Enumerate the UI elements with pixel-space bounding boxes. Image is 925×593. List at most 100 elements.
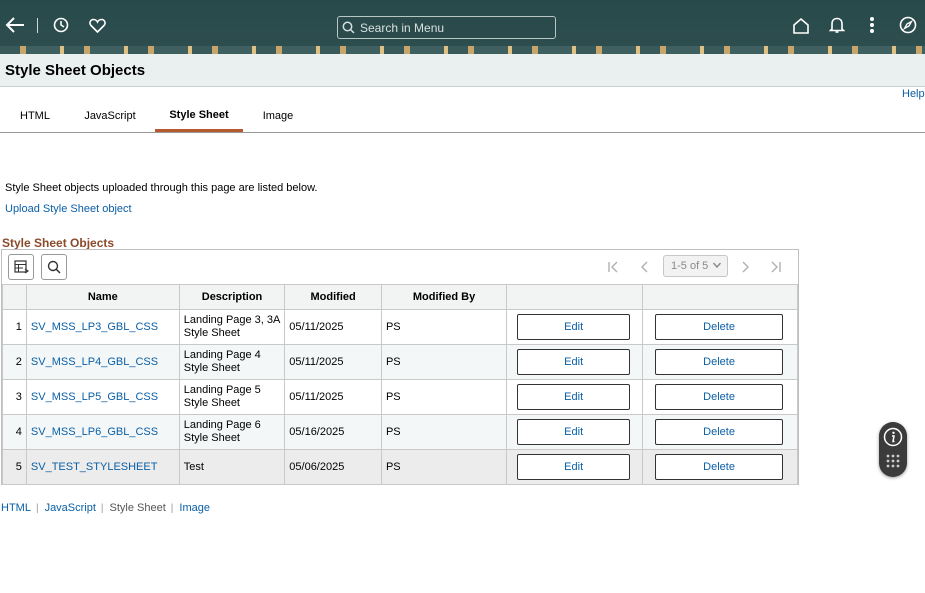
footer-separator: | <box>35 502 39 514</box>
edit-cell: Edit <box>506 309 644 345</box>
search-input[interactable]: Search in Menu <box>337 16 556 39</box>
footer-separator: | <box>100 502 104 514</box>
delete-cell: Delete <box>642 309 798 345</box>
column-header-edit <box>506 284 644 310</box>
description-cell: Test <box>178 449 286 485</box>
first-page-icon[interactable] <box>605 259 621 275</box>
edit-cell: Edit <box>506 344 644 380</box>
edit-button[interactable]: Edit <box>517 419 631 445</box>
row-number: 1 <box>2 309 27 345</box>
tab-html[interactable]: HTML <box>10 100 60 132</box>
style-sheet-table: Name Description Modified Modified By 1 … <box>2 284 798 485</box>
description-text: Landing Page 5 Style Sheet <box>183 384 261 409</box>
delete-cell: Delete <box>642 344 798 380</box>
banner-decoration <box>0 46 925 54</box>
find-icon <box>47 260 61 274</box>
grid-toolbar: 1-5 of 5 <box>2 250 798 284</box>
table-row: 3 SV_MSS_LP5_GBL_CSS Landing Page 5 Styl… <box>2 379 798 415</box>
footer-link-javascript[interactable]: JavaScript <box>45 502 96 514</box>
style-sheet-grid: 1-5 of 5 Name Description Modified Modif… <box>1 249 799 485</box>
object-name-link[interactable]: SV_TEST_STYLESHEET <box>31 461 158 473</box>
name-cell: SV_MSS_LP5_GBL_CSS <box>25 379 180 415</box>
tab-image[interactable]: Image <box>253 100 303 132</box>
modified-cell: 05/11/2025 <box>284 344 382 380</box>
object-name-link[interactable]: SV_MSS_LP5_GBL_CSS <box>31 391 158 403</box>
modified-by-cell: PS <box>380 344 508 380</box>
description-text: Landing Page 6 Style Sheet <box>183 419 261 444</box>
description-text: Test <box>183 460 204 473</box>
row-number: 5 <box>2 449 27 485</box>
table-row: 5 SV_TEST_STYLESHEET Test 05/06/2025 PS … <box>2 449 798 485</box>
modified-by-cell: PS <box>380 414 508 450</box>
delete-button[interactable]: Delete <box>655 454 784 480</box>
modified-by-cell: PS <box>380 309 508 345</box>
floating-helper-widget[interactable] <box>879 422 907 477</box>
edit-cell: Edit <box>506 379 644 415</box>
object-name-link[interactable]: SV_MSS_LP3_GBL_CSS <box>31 321 158 333</box>
find-button[interactable] <box>41 254 67 280</box>
description-cell: Landing Page 4 Style Sheet <box>178 344 286 380</box>
row-number: 3 <box>2 379 27 415</box>
object-name-link[interactable]: SV_MSS_LP4_GBL_CSS <box>31 356 158 368</box>
home-icon[interactable] <box>790 14 812 36</box>
upload-style-sheet-link[interactable]: Upload Style Sheet object <box>5 203 132 215</box>
column-header-description: Description <box>178 284 286 310</box>
keypad-icon[interactable] <box>885 453 901 469</box>
search-placeholder: Search in Menu <box>360 20 445 35</box>
row-number: 4 <box>2 414 27 450</box>
footer-separator: | <box>170 502 174 514</box>
table-header-row: Name Description Modified Modified By <box>2 284 798 310</box>
footer-link-style-sheet: Style Sheet <box>109 502 166 514</box>
table-row: 1 SV_MSS_LP3_GBL_CSS Landing Page 3, 3A … <box>2 309 798 345</box>
personalize-grid-icon <box>13 260 29 274</box>
footer-link-html[interactable]: HTML <box>1 502 31 514</box>
more-actions-icon[interactable] <box>861 14 883 36</box>
modified-cell: 05/16/2025 <box>284 414 382 450</box>
description-cell: Landing Page 6 Style Sheet <box>178 414 286 450</box>
tab-style-sheet[interactable]: Style Sheet <box>155 100 243 132</box>
delete-button[interactable]: Delete <box>655 384 784 410</box>
modified-by-cell: PS <box>380 449 508 485</box>
previous-page-icon[interactable] <box>637 259 653 275</box>
help-link[interactable]: Help <box>902 88 925 100</box>
row-number-header <box>2 284 27 310</box>
footer-link-image[interactable]: Image <box>179 502 210 514</box>
navigator-icon[interactable] <box>897 14 919 36</box>
modified-cell: 05/11/2025 <box>284 309 382 345</box>
next-page-icon[interactable] <box>737 259 753 275</box>
column-header-modified-by: Modified By <box>380 284 508 310</box>
delete-cell: Delete <box>642 414 798 450</box>
column-header-modified: Modified <box>284 284 382 310</box>
edit-button[interactable]: Edit <box>517 384 631 410</box>
table-row: 2 SV_MSS_LP4_GBL_CSS Landing Page 4 Styl… <box>2 344 798 380</box>
delete-button[interactable]: Delete <box>655 349 784 375</box>
notifications-icon[interactable] <box>826 14 848 36</box>
edit-button[interactable]: Edit <box>517 454 631 480</box>
object-name-link[interactable]: SV_MSS_LP6_GBL_CSS <box>31 426 158 438</box>
header-divider <box>37 18 38 33</box>
delete-button[interactable]: Delete <box>655 314 784 340</box>
column-header-delete <box>642 284 798 310</box>
delete-cell: Delete <box>642 449 798 485</box>
last-page-icon[interactable] <box>768 259 784 275</box>
edit-button[interactable]: Edit <box>517 314 631 340</box>
info-icon[interactable] <box>883 427 903 447</box>
delete-button[interactable]: Delete <box>655 419 784 445</box>
row-range-select[interactable]: 1-5 of 5 <box>663 255 728 277</box>
delete-cell: Delete <box>642 379 798 415</box>
column-header-name: Name <box>25 284 180 310</box>
modified-cell: 05/11/2025 <box>284 379 382 415</box>
name-cell: SV_MSS_LP4_GBL_CSS <box>25 344 180 380</box>
personalize-grid-button[interactable] <box>8 254 34 280</box>
name-cell: SV_MSS_LP3_GBL_CSS <box>25 309 180 345</box>
history-icon[interactable] <box>50 14 72 36</box>
name-cell: SV_TEST_STYLESHEET <box>25 449 180 485</box>
edit-button[interactable]: Edit <box>517 349 631 375</box>
description-text: Landing Page 4 Style Sheet <box>183 349 261 374</box>
intro-text: Style Sheet objects uploaded through thi… <box>5 182 318 194</box>
edit-cell: Edit <box>506 414 644 450</box>
tab-javascript[interactable]: JavaScript <box>75 100 145 132</box>
back-icon[interactable] <box>4 14 26 36</box>
footer-page-links: HTML | JavaScript | Style Sheet | Image <box>1 502 210 514</box>
favorites-icon[interactable] <box>86 14 108 36</box>
